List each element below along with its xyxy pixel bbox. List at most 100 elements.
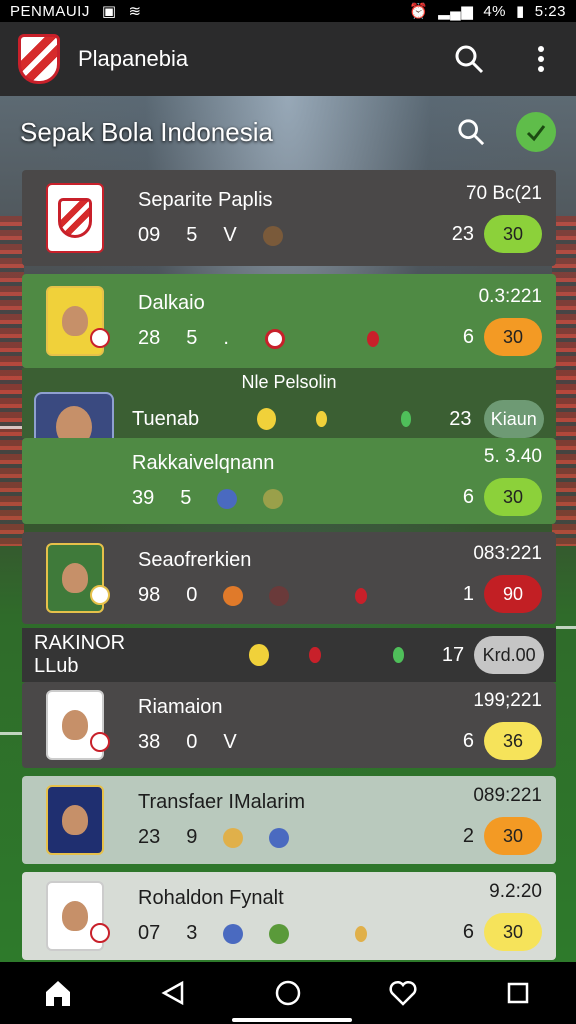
pitch-line: [0, 426, 22, 429]
favorites-button[interactable]: [386, 976, 420, 1010]
star-icon: [262, 225, 283, 246]
item-date: 083:221: [473, 543, 542, 564]
signal-icon: ▂▄▆: [438, 3, 474, 20]
leaf-icon: [269, 923, 290, 944]
home-circle-button[interactable]: [271, 976, 305, 1010]
ball-icon: [223, 585, 244, 606]
stat: 28: [138, 327, 161, 349]
status-bar: PENMAUIJ ▣ ≋ ⏰ ▂▄▆ 4% ▮ 5:23: [0, 0, 576, 22]
app-bar: Plapanebia: [0, 22, 576, 96]
section-search-button[interactable]: [454, 115, 488, 149]
back-triangle-icon: [161, 980, 184, 1006]
score-pill[interactable]: 30: [484, 215, 542, 253]
club-badge-icon: [90, 923, 110, 943]
bottom-navigation: [0, 962, 576, 1024]
player-face: [62, 901, 88, 931]
battery-percent: 4%: [483, 2, 507, 20]
player-face: [62, 710, 88, 740]
stat: 0: [186, 584, 198, 606]
item-title: Transfaer IMalarim: [138, 791, 306, 813]
list-item[interactable]: Rakkaivelqnann 39 5 5. 3.40 6 30: [22, 438, 556, 524]
divider-pill[interactable]: Krd.00: [474, 636, 545, 674]
list-item[interactable]: Dalkaio 28 5 . 0.3:221 6 30: [22, 274, 556, 368]
app-title: Plapanebia: [78, 46, 189, 71]
stat: 5: [180, 487, 192, 509]
image-icon: ▣: [101, 3, 117, 20]
item-title: Separite Paplis: [138, 189, 273, 211]
player-avatar: [46, 785, 104, 855]
item-date: 5. 3.40: [483, 446, 542, 467]
list-item[interactable]: Riamaion 38 0 V 199;221 6 36: [22, 682, 556, 768]
score-pill[interactable]: 30: [484, 478, 542, 516]
sub-row-number: 23: [449, 407, 472, 430]
list-item[interactable]: Transfaer IMalarim 23 9 089:221 2 30: [22, 776, 556, 864]
club-badge-icon: [90, 328, 110, 348]
crest-icon: [58, 198, 92, 238]
score-pill[interactable]: 30: [484, 913, 542, 951]
search-icon: [455, 45, 484, 74]
item-number: 6: [462, 325, 474, 348]
ball-icon: [248, 644, 270, 666]
score-pill[interactable]: 30: [484, 817, 542, 855]
leaf-icon: [263, 488, 284, 509]
carrier-text: PENMAUIJ: [10, 2, 90, 20]
recents-button[interactable]: [501, 976, 535, 1010]
player-avatar: [46, 881, 110, 951]
wifi-icon: ≋: [128, 3, 142, 20]
item-title: Seaofrerkien: [138, 549, 252, 571]
club-icon: [223, 923, 244, 944]
club-icon: [217, 488, 238, 509]
item-date: 199;221: [473, 690, 542, 711]
club-badge-icon: [90, 585, 110, 605]
item-title: Riamaion: [138, 696, 223, 718]
ball-icon: [223, 827, 244, 848]
item-number: 6: [462, 920, 474, 943]
score-pill[interactable]: 36: [484, 722, 542, 760]
clock: 5:23: [534, 2, 566, 20]
stat: .: [223, 327, 229, 349]
score-pill[interactable]: 30: [484, 318, 542, 356]
club-crest: [46, 183, 104, 253]
more-options-button[interactable]: [524, 42, 558, 76]
stat: 9: [186, 826, 198, 848]
item-title: Rohaldon Fynalt: [138, 887, 284, 909]
club-divider-row: RAKINOR LLub 17 Krd.00: [22, 628, 556, 682]
square-icon: [508, 982, 529, 1004]
crowd-left: [0, 216, 24, 546]
search-button[interactable]: [452, 42, 486, 76]
stat: 5: [186, 327, 198, 349]
stat: V: [223, 731, 237, 753]
player-avatar: [46, 286, 110, 356]
back-button[interactable]: [156, 976, 190, 1010]
stat: 09: [138, 224, 161, 246]
ball-icon: [256, 408, 277, 430]
stat: 5: [186, 224, 198, 246]
stat: 3: [186, 922, 198, 944]
player-avatar: [46, 543, 110, 613]
stat: 07: [138, 922, 161, 944]
stat: 98: [138, 584, 161, 606]
check-icon: [526, 125, 546, 142]
item-number: 6: [462, 729, 474, 752]
shield-icon: [355, 587, 368, 604]
sub-row-pill[interactable]: Kiaun: [483, 400, 544, 438]
shield-icon: [366, 330, 379, 347]
stat: 38: [138, 731, 161, 753]
more-vert-icon: [538, 46, 544, 72]
list-item[interactable]: Separite Paplis 09 5 V 70 Bc(21 23 30: [22, 170, 556, 266]
home-button[interactable]: [41, 976, 75, 1010]
player-face: [62, 306, 88, 336]
player-face: [62, 805, 88, 835]
pitch-line: [556, 626, 576, 629]
list-item[interactable]: Seaofrerkien 98 0 083:221 1 90: [22, 532, 556, 624]
trophy-icon: [316, 411, 327, 427]
item-date: 9.2:20: [489, 881, 542, 902]
pitch-line: [0, 732, 22, 735]
list-item[interactable]: Rohaldon Fynalt 07 3 9.2:20 6 30: [22, 872, 556, 960]
confirm-button[interactable]: [516, 112, 556, 152]
crest-icon: [269, 585, 290, 606]
item-date: 0.3:221: [478, 286, 542, 307]
score-pill[interactable]: 90: [484, 575, 542, 613]
player-face: [62, 563, 88, 593]
gem-icon: [392, 647, 404, 663]
